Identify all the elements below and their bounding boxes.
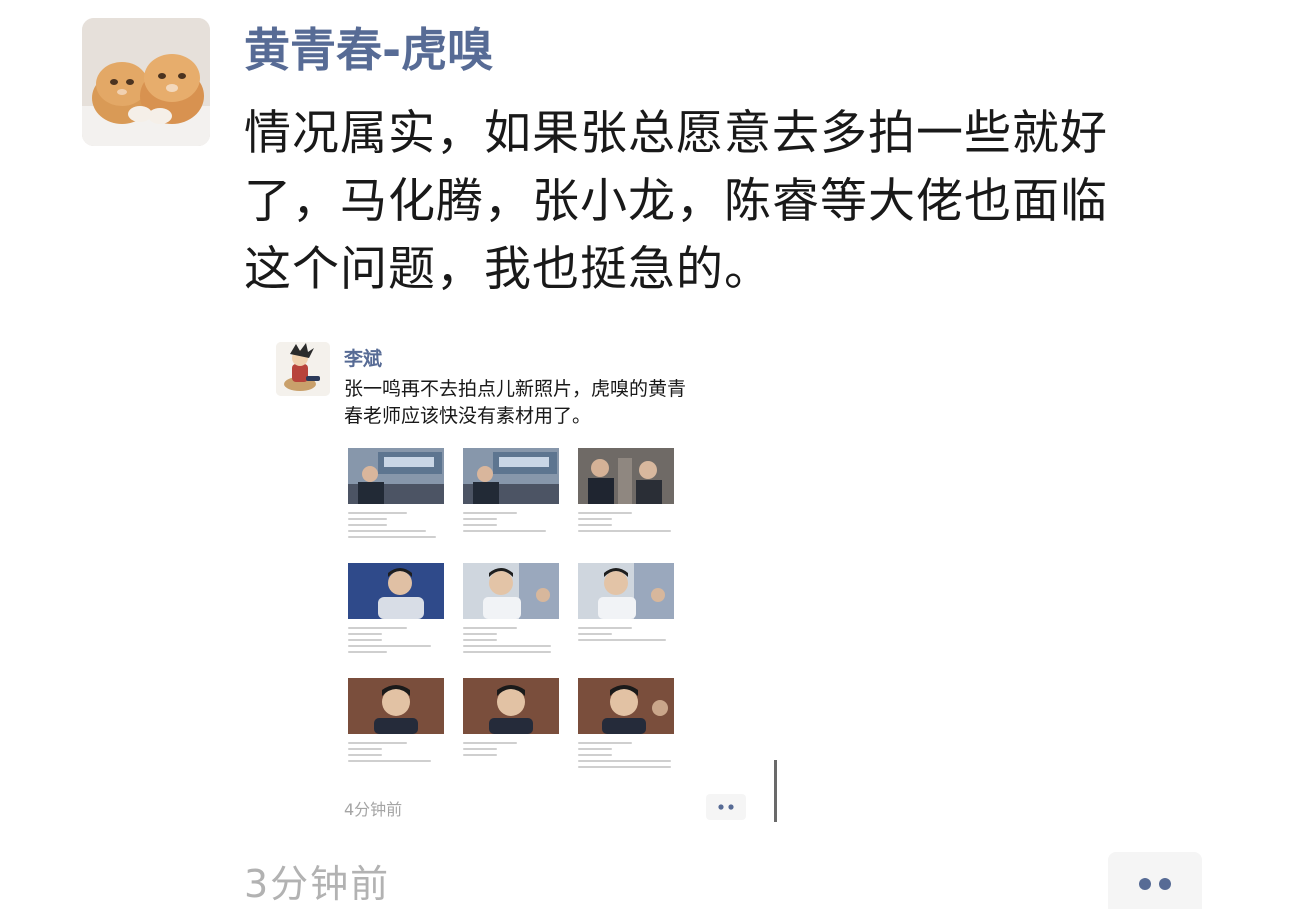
article-thumbnail-icon: [578, 563, 674, 619]
article-thumbnail-icon: [578, 448, 674, 504]
grid-thumbnail: [461, 676, 571, 786]
more-dots-icon: [1108, 852, 1202, 909]
quoted-author-avatar: [276, 342, 330, 396]
article-text-lines: [578, 738, 676, 768]
article-thumbnail-icon: [348, 448, 444, 504]
grid-thumbnail: [346, 561, 456, 671]
grid-thumbnail: [576, 446, 686, 556]
article-thumbnail-icon: [463, 563, 559, 619]
grid-thumbnail: [576, 676, 686, 786]
quoted-author-name: 李斌: [344, 348, 383, 370]
thumbnail-grid: [346, 446, 686, 786]
quoted-post-image[interactable]: 李斌 张一鸣再不去拍点儿新照片，虎嗅的黄青 春老师应该快没有素材用了。 4分钟前: [258, 318, 798, 830]
article-text-lines: [578, 623, 676, 641]
moments-post: 黄青春-虎嗅 情况属实，如果张总愿意去多拍一些就好 了，马化腾，张小龙，陈睿等大…: [0, 0, 1290, 909]
article-text-lines: [348, 623, 446, 653]
quoted-more-button: [706, 794, 746, 820]
quoted-text: 张一鸣再不去拍点儿新照片，虎嗅的黄青 春老师应该快没有素材用了。: [344, 376, 754, 430]
quoted-text-line: 春老师应该快没有素材用了。: [344, 405, 592, 427]
divider-line: [774, 760, 777, 822]
post-text-line: 情况属实，如果张总愿意去多拍一些就好: [244, 106, 1108, 161]
article-text-lines: [578, 508, 676, 532]
article-text-lines: [348, 738, 446, 762]
article-text-lines: [463, 508, 561, 532]
more-button[interactable]: [1108, 852, 1202, 909]
grid-thumbnail: [461, 561, 571, 671]
two-cats-avatar-icon: [82, 18, 210, 146]
article-thumbnail-icon: [348, 563, 444, 619]
post-timestamp: 3分钟前: [244, 862, 391, 906]
post-text-line: 了，马化腾，张小龙，陈睿等大佬也面临: [244, 174, 1108, 229]
article-text-lines: [463, 623, 561, 653]
grid-thumbnail: [346, 446, 456, 556]
more-dots-icon: [718, 804, 734, 810]
article-thumbnail-icon: [463, 678, 559, 734]
grid-thumbnail: [576, 561, 686, 671]
article-thumbnail-icon: [348, 678, 444, 734]
article-text-lines: [463, 738, 561, 756]
article-text-lines: [348, 508, 446, 538]
quoted-text-line: 张一鸣再不去拍点儿新照片，虎嗅的黄青: [344, 378, 687, 400]
author-name[interactable]: 黄青春-虎嗅: [244, 20, 493, 80]
author-avatar[interactable]: [82, 18, 210, 146]
post-text: 情况属实，如果张总愿意去多拍一些就好 了，马化腾，张小龙，陈睿等大佬也面临 这个…: [244, 100, 1194, 304]
grid-thumbnail: [346, 676, 456, 786]
post-text-line: 这个问题，我也挺急的。: [244, 242, 772, 297]
quoted-timestamp: 4分钟前: [344, 800, 403, 819]
article-thumbnail-icon: [463, 448, 559, 504]
grid-thumbnail: [461, 446, 571, 556]
article-thumbnail-icon: [578, 678, 674, 734]
cartoon-character-avatar-icon: [276, 342, 330, 396]
